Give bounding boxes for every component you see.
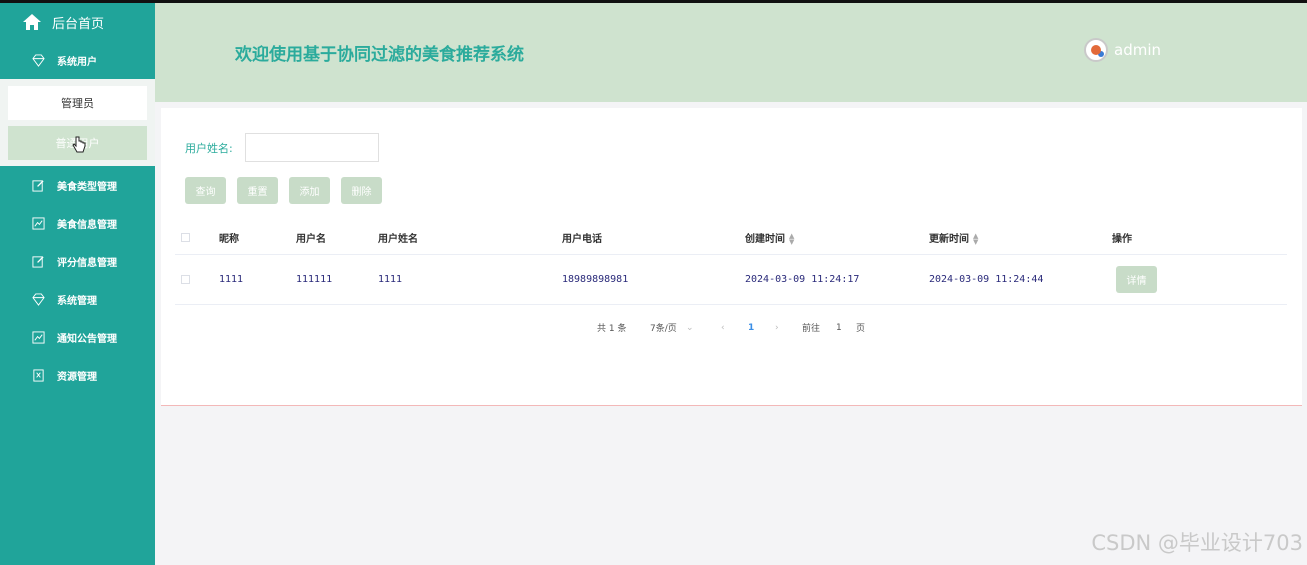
cell-realname: 1111 <box>378 274 403 285</box>
column-header-phone: 用户电话 <box>562 234 602 245</box>
sidebar-item-resource[interactable]: 资源管理 <box>0 356 155 394</box>
chart-icon <box>32 330 45 344</box>
sidebar-item-label: 后台首页 <box>52 16 105 32</box>
submenu-item-admin[interactable]: 管理员 <box>8 86 147 120</box>
sidebar-item-rating-info[interactable]: 评分信息管理 <box>0 242 155 280</box>
sidebar-item-label: 通知公告管理 <box>57 333 117 345</box>
cell-updated: 2024-03-09 11:24:44 <box>929 274 1044 285</box>
resource-icon <box>33 368 44 382</box>
reset-button[interactable]: 重置 <box>237 177 278 204</box>
home-icon <box>23 14 41 30</box>
sidebar-item-food-info[interactable]: 美食信息管理 <box>0 204 155 242</box>
chart-icon <box>32 216 45 230</box>
column-header-label: 创建时间 <box>745 234 785 245</box>
top-border <box>0 0 1307 3</box>
sidebar-item-label: 系统管理 <box>57 295 97 307</box>
goto-page-input[interactable]: 1 <box>836 323 856 333</box>
column-header-nickname: 昵称 <box>219 234 239 245</box>
cell-nickname: 1111 <box>219 274 244 285</box>
column-header-realname: 用户姓名 <box>378 234 418 245</box>
cell-created: 2024-03-09 11:24:17 <box>745 274 860 285</box>
realname-search-input[interactable] <box>244 133 379 162</box>
sidebar-item-label: 评分信息管理 <box>57 257 117 269</box>
sort-icon[interactable]: ▲ ▼ <box>789 233 794 246</box>
sidebar-item-label: 美食信息管理 <box>57 219 117 231</box>
header: 欢迎使用基于协同过滤的美食推荐系统 admin <box>155 3 1307 102</box>
sort-icon[interactable]: ▲ ▼ <box>973 233 978 246</box>
sidebar-item-label: 美食类型管理 <box>57 181 117 193</box>
column-header-updated[interactable]: 更新时间 ▲ ▼ <box>929 230 1112 246</box>
pagination-total: 共 1 条 <box>597 324 627 334</box>
search-label: 用户姓名: <box>185 141 233 155</box>
column-header-action: 操作 <box>1112 234 1132 245</box>
prev-page-icon[interactable]: ‹ <box>721 323 748 333</box>
sidebar-item-label: 资源管理 <box>57 371 97 383</box>
main-panel: 用户姓名: 查询 重置 添加 删除 昵称 用户名 用户姓名 用户电话 创建时间 ▲… <box>161 108 1302 406</box>
table-row: 1111 111111 1111 18989898981 2024-03-09 … <box>175 255 1287 305</box>
page-number-current[interactable]: 1 <box>748 323 775 333</box>
user-table: 昵称 用户名 用户姓名 用户电话 创建时间 ▲ ▼ 更新时间 ▲ ▼ 操作 1111 1… <box>175 221 1287 305</box>
diamond-icon <box>32 53 45 67</box>
sidebar: 后台首页 系统用户 管理员 普通用户 美食类型管理 美食信息管理 评分信息管理 … <box>0 3 155 565</box>
table-header: 昵称 用户名 用户姓名 用户电话 创建时间 ▲ ▼ 更新时间 ▲ ▼ 操作 <box>175 221 1287 255</box>
delete-button[interactable]: 删除 <box>341 177 382 204</box>
avatar-icon <box>1091 45 1101 55</box>
goto-label: 前往 <box>802 324 821 334</box>
sidebar-item-system-manage[interactable]: 系统管理 <box>0 280 155 318</box>
search-row: 用户姓名: <box>185 133 379 162</box>
row-checkbox[interactable] <box>181 275 190 284</box>
cell-phone: 18989898981 <box>562 274 629 285</box>
query-button[interactable]: 查询 <box>185 177 226 204</box>
sidebar-item-food-type[interactable]: 美食类型管理 <box>0 166 155 204</box>
edit-icon <box>32 255 44 268</box>
hand-cursor-icon <box>72 136 86 153</box>
action-buttons: 查询 重置 添加 删除 <box>185 177 382 204</box>
submenu-item-label: 管理员 <box>61 97 94 110</box>
detail-button[interactable]: 详情 <box>1116 266 1157 293</box>
cell-username: 111111 <box>296 274 333 285</box>
goto-unit: 页 <box>856 324 866 334</box>
next-page-icon[interactable]: › <box>775 323 802 333</box>
submenu-system-users: 管理员 普通用户 <box>0 79 155 166</box>
username: admin <box>1114 41 1161 59</box>
add-button[interactable]: 添加 <box>289 177 330 204</box>
page-size-select[interactable]: 7条/页 <box>650 321 686 334</box>
column-header-created[interactable]: 创建时间 ▲ ▼ <box>745 230 929 246</box>
sidebar-item-notice[interactable]: 通知公告管理 <box>0 318 155 356</box>
watermark: CSDN @毕业设计703 <box>1091 531 1303 555</box>
sidebar-item-label: 系统用户 <box>57 56 97 68</box>
edit-icon <box>32 179 44 192</box>
page-title: 欢迎使用基于协同过滤的美食推荐系统 <box>235 45 524 65</box>
sidebar-item-system-users[interactable]: 系统用户 <box>0 41 155 79</box>
avatar <box>1084 38 1108 62</box>
column-header-label: 更新时间 <box>929 234 969 245</box>
column-header-username: 用户名 <box>296 234 326 245</box>
user-menu[interactable]: admin <box>1084 38 1161 62</box>
sidebar-item-home[interactable]: 后台首页 <box>0 3 155 41</box>
submenu-item-normal-user[interactable]: 普通用户 <box>8 126 147 160</box>
pagination: 共 1 条 7条/页 ⌄ ‹ 1 › 前往 1 页 <box>597 321 870 335</box>
diamond-icon <box>32 292 45 306</box>
select-all-checkbox[interactable] <box>181 233 190 242</box>
chevron-down-icon[interactable]: ⌄ <box>686 323 721 333</box>
